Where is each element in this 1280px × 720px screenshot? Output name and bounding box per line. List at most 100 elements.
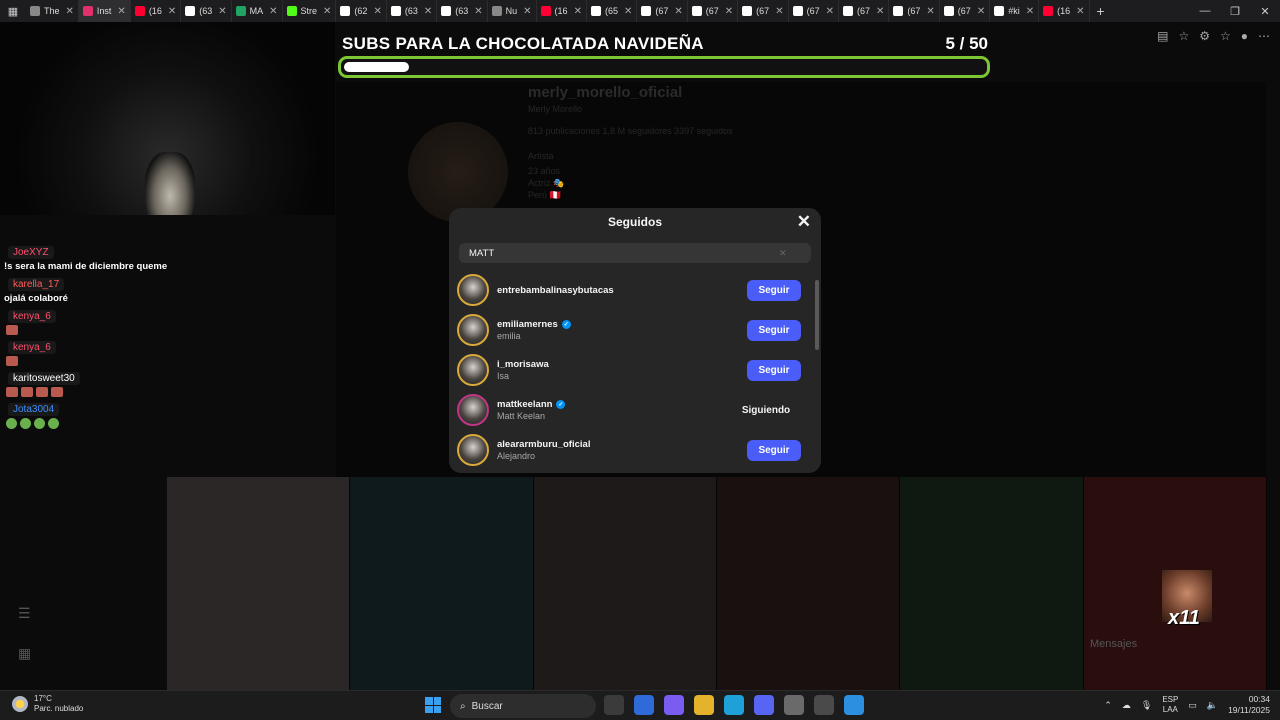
avatar[interactable] [457, 434, 489, 466]
tab-close-icon[interactable]: ✕ [523, 6, 531, 17]
modal-scrollbar[interactable] [813, 270, 821, 470]
edge-icon[interactable] [724, 695, 744, 715]
tab-close-icon[interactable]: ✕ [574, 6, 582, 17]
browser-tab[interactable]: (67 ✕ [637, 0, 688, 22]
messages-button[interactable]: Mensajes [1090, 638, 1137, 650]
taskview-icon[interactable] [604, 695, 624, 715]
taskbar-search[interactable]: ⌕ Buscar [450, 694, 596, 718]
workspaces-icon[interactable]: ▦ [0, 0, 26, 22]
list-item[interactable]: mattkeelann ✓ Matt Keelan Siguiendo [449, 390, 813, 430]
scrollbar-thumb[interactable] [815, 280, 819, 350]
tab-close-icon[interactable]: ✕ [674, 6, 682, 17]
avatar[interactable] [457, 394, 489, 426]
clear-search-icon[interactable]: ✕ [779, 248, 787, 259]
follow-button[interactable]: Seguir [747, 319, 801, 341]
browser-tab[interactable]: (62 ✕ [336, 0, 387, 22]
new-tab-button[interactable]: + [1090, 3, 1112, 19]
browser-tab[interactable]: (63 ✕ [181, 0, 232, 22]
post-thumbnail[interactable] [167, 477, 351, 692]
app-icon[interactable] [784, 695, 804, 715]
tab-close-icon[interactable]: ✕ [876, 6, 884, 17]
tab-close-icon[interactable]: ✕ [977, 6, 985, 17]
tab-close-icon[interactable]: ✕ [66, 6, 74, 17]
list-item[interactable]: aleararmburu_oficial Alejandro Seguir [449, 430, 813, 470]
tab-close-icon[interactable]: ✕ [168, 6, 176, 17]
obs-icon[interactable] [814, 695, 834, 715]
list-item[interactable]: i_morisawa Isa Seguir [449, 350, 813, 390]
list-item-username[interactable]: aleararmburu_oficial [497, 439, 590, 450]
follow-button[interactable]: Seguir [747, 359, 801, 381]
browser-tab[interactable]: (67 ✕ [688, 0, 739, 22]
browser-tab[interactable]: Nu ✕ [488, 0, 537, 22]
avatar[interactable] [457, 354, 489, 386]
list-item[interactable]: entrebambalinasybutacas Seguir [449, 270, 813, 310]
sidebar-menu-icon[interactable]: ☰ [18, 605, 31, 622]
tab-close-icon[interactable]: ✕ [926, 6, 934, 17]
post-thumbnail[interactable] [716, 477, 901, 692]
extensions-icon[interactable]: ⚙ [1199, 29, 1210, 43]
weather-widget[interactable]: 17°C Parc. nublado [12, 694, 83, 714]
tab-close-icon[interactable]: ✕ [218, 6, 226, 17]
menu-dots-icon[interactable]: ⋯ [1258, 29, 1270, 43]
clock[interactable]: 00:34 19/11/2025 [1228, 694, 1270, 716]
profile-avatar-icon[interactable]: ● [1241, 29, 1248, 43]
tab-close-icon[interactable]: ✕ [775, 6, 783, 17]
tab-close-icon[interactable]: ✕ [474, 6, 482, 17]
browser-tab[interactable]: (67 ✕ [940, 0, 991, 22]
following-button[interactable]: Siguiendo [731, 400, 801, 421]
chat-username[interactable]: JoeXYZ [8, 246, 54, 259]
mic-icon[interactable]: 🎙 [1141, 700, 1152, 711]
file-explorer-icon[interactable] [694, 695, 714, 715]
network-icon[interactable]: ▭ [1188, 700, 1197, 711]
tab-close-icon[interactable]: ✕ [624, 6, 632, 17]
browser-tab[interactable]: (16 ✕ [131, 0, 182, 22]
browser-tab[interactable]: (63 ✕ [387, 0, 438, 22]
list-item-username[interactable]: mattkeelann [497, 399, 552, 410]
start-button[interactable] [425, 697, 441, 713]
tab-close-icon[interactable]: ✕ [826, 6, 834, 17]
post-thumbnail[interactable] [900, 477, 1084, 692]
chevron-up-icon[interactable]: ⌃ [1104, 700, 1112, 711]
avatar[interactable] [457, 314, 489, 346]
list-item[interactable]: emiliamernes ✓ emilia Seguir [449, 310, 813, 350]
tab-close-icon[interactable]: ✕ [725, 6, 733, 17]
tab-close-icon[interactable]: ✕ [1026, 6, 1034, 17]
reader-icon[interactable]: ▤ [1157, 29, 1168, 43]
tab-close-icon[interactable]: ✕ [424, 6, 432, 17]
chat-username[interactable]: kenya_6 [8, 310, 56, 323]
volume-icon[interactable]: 🔈 [1207, 700, 1218, 711]
collections-icon[interactable]: ☆ [1220, 29, 1231, 43]
tab-close-icon[interactable]: ✕ [1076, 6, 1084, 17]
grid-icon[interactable]: ▦ [18, 645, 31, 662]
browser-tab[interactable]: The ✕ [26, 0, 79, 22]
browser-tab[interactable]: Stre ✕ [283, 0, 337, 22]
list-item-username[interactable]: i_morisawa [497, 359, 549, 370]
maximize-icon[interactable]: ❐ [1220, 5, 1250, 18]
tab-close-icon[interactable]: ✕ [373, 6, 381, 17]
browser-tab[interactable]: #ki ✕ [990, 0, 1040, 22]
chat-username[interactable]: karitosweet30 [8, 372, 80, 385]
discord-icon[interactable] [754, 695, 774, 715]
browser-tab[interactable]: (16 ✕ [1039, 0, 1090, 22]
onedrive-icon[interactable]: ☁ [1122, 700, 1131, 711]
chat-username[interactable]: kenya_6 [8, 341, 56, 354]
browser-tab[interactable]: MA ✕ [232, 0, 283, 22]
search-field[interactable]: ✕ [459, 243, 811, 263]
tab-close-icon[interactable]: ✕ [269, 6, 277, 17]
browser-tab[interactable]: (67 ✕ [789, 0, 839, 22]
browser-tab[interactable]: (67 ✕ [889, 0, 940, 22]
minimize-icon[interactable]: — [1190, 5, 1220, 18]
browser-tab[interactable]: (63 ✕ [437, 0, 488, 22]
favorite-star-icon[interactable]: ☆ [1178, 29, 1189, 43]
store-icon[interactable] [634, 695, 654, 715]
browser-tab[interactable]: (67 ✕ [738, 0, 789, 22]
list-item-username[interactable]: emiliamernes [497, 319, 558, 330]
chat-username[interactable]: Jota3004 [8, 403, 60, 416]
post-thumbnail[interactable] [350, 477, 534, 692]
browser-tab[interactable]: (16 ✕ [537, 0, 587, 22]
browser-tab[interactable]: (65 ✕ [587, 0, 638, 22]
close-icon[interactable]: ✕ [797, 212, 811, 232]
list-item-username[interactable]: entrebambalinasybutacas [497, 285, 614, 296]
tab-close-icon[interactable]: ✕ [323, 6, 331, 17]
tab-close-icon[interactable]: ✕ [117, 6, 125, 17]
